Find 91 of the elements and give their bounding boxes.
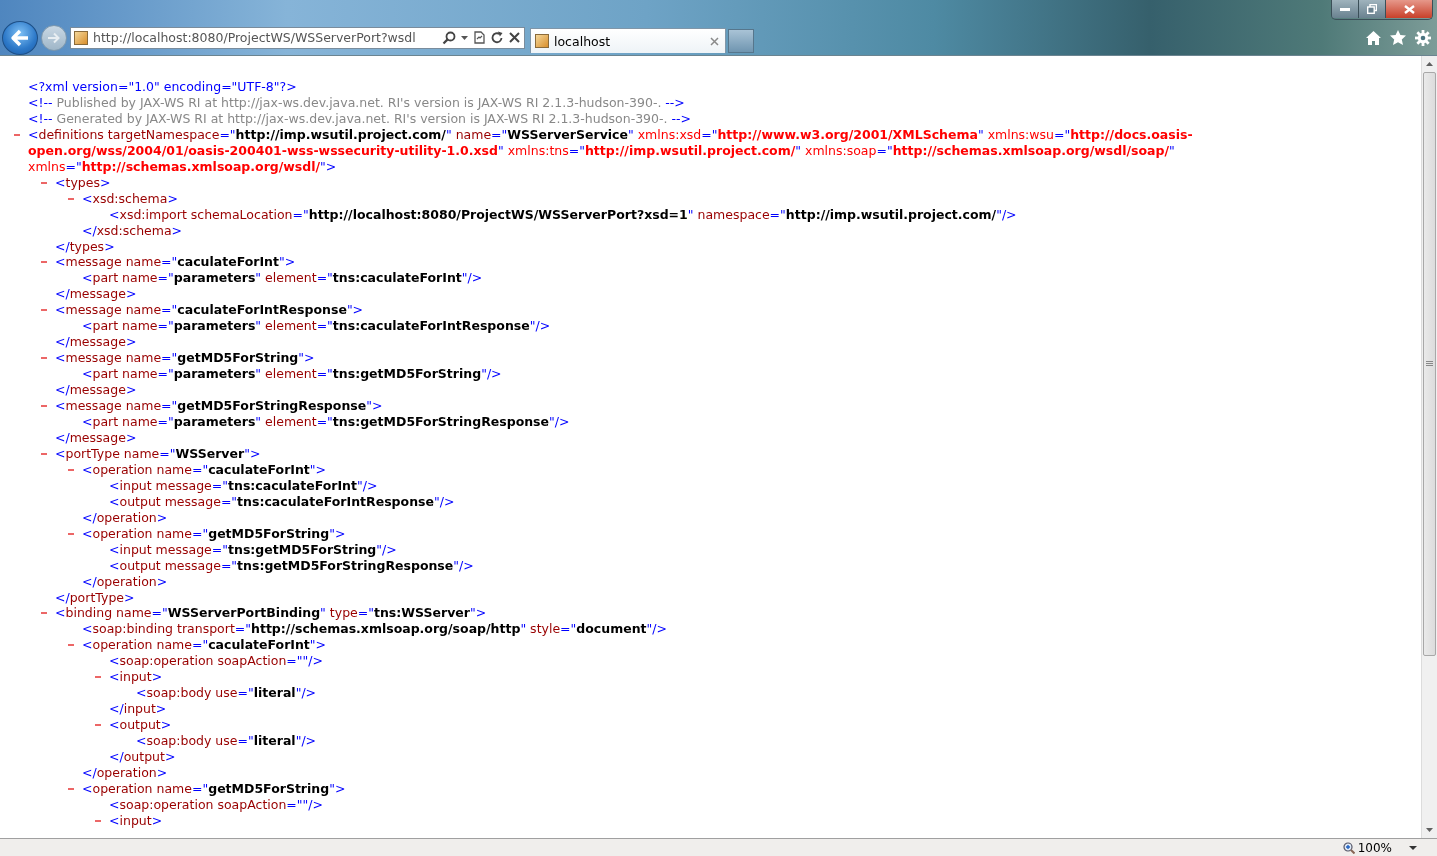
xml-end-tag: </message> <box>55 429 137 446</box>
xml-empty-tag: <soap:body use="literal"/> <box>136 685 317 702</box>
collapse-icon[interactable] <box>14 133 20 136</box>
back-button[interactable] <box>2 20 38 55</box>
zoom-level[interactable]: 100% <box>1357 840 1392 855</box>
close-icon <box>1403 4 1415 14</box>
xml-start-tag: <message name="caculateForIntResponse"> <box>55 302 364 319</box>
xml-end-tag: </xsd:schema> <box>82 222 183 239</box>
caret-icon[interactable] <box>461 35 468 40</box>
xml-empty-tag: <part name="parameters" element="tns:caculateForIntResponse"/> <box>82 318 551 335</box>
xml-start-tag: <message name="caculateForInt"> <box>55 254 296 271</box>
collapse-icon[interactable] <box>41 309 47 312</box>
stop-icon[interactable] <box>509 32 520 43</box>
collapse-icon[interactable] <box>41 452 47 455</box>
collapse-icon[interactable] <box>95 676 101 679</box>
right-arrow-icon <box>47 31 61 44</box>
xml-start-tag: <input> <box>109 812 163 829</box>
minimize-icon <box>1340 7 1350 11</box>
collapse-icon[interactable] <box>68 532 74 535</box>
xml-empty-tag: <input message="tns:getMD5ForString"/> <box>109 541 397 558</box>
xml-empty-tag: <xsd:import schemaLocation="http://localhost:8080/ProjectWS/WSServerPort?xsd=1" namespace="http://imp.wsutil.project.com/"/> <box>109 206 1017 223</box>
xml-end-tag: </output> <box>109 749 176 765</box>
xml-end-tag: </operation> <box>82 765 168 781</box>
xml-start-tag: <xsd:schema> <box>82 190 178 207</box>
url-text: http://localhost:8080/ProjectWS/WSServerPort?wsdl <box>93 30 417 45</box>
xml-comment: <!-- Generated by JAX-WS RI at http://jax-ws.dev.java.net. RI's version is JAX-WS RI 2.1.3-hudson-390-. --> <box>28 110 691 127</box>
collapse-icon[interactable] <box>95 819 101 822</box>
xml-start-tag: <operation name="getMD5ForString"> <box>82 525 346 542</box>
xml-start-tag: <operation name="caculateForInt"> <box>82 637 327 654</box>
home-icon[interactable] <box>1366 30 1381 45</box>
xml-start-tag: <portType name="WSServer"> <box>55 445 261 462</box>
xml-start-tag: <input> <box>109 669 163 686</box>
xml-empty-tag: <part name="parameters" element="tns:getMD5ForStringResponse"/> <box>82 414 570 430</box>
xml-end-tag: </operation> <box>82 509 168 526</box>
xml-empty-tag: <soap:operation soapAction=""/> <box>109 653 324 670</box>
new-tab-button[interactable] <box>728 29 754 53</box>
close-tab-icon[interactable] <box>710 36 719 46</box>
xml-end-tag: </types> <box>55 238 115 255</box>
scrollbar[interactable] <box>1421 56 1437 838</box>
address-field[interactable]: http://localhost:8080/ProjectWS/WSServerPort?wsdl <box>70 26 525 49</box>
collapse-icon[interactable] <box>68 197 74 200</box>
compatibility-view-icon[interactable] <box>473 31 486 44</box>
xml-comment: <!-- Published by JAX-WS RI at http://jax-ws.dev.java.net. RI's version is JAX-WS RI 2.1.3-hudson-390-. --> <box>28 94 685 111</box>
xml-empty-tag: <input message="tns:caculateForInt"/> <box>109 477 378 494</box>
collapse-icon[interactable] <box>41 405 47 408</box>
collapse-icon[interactable] <box>68 644 74 647</box>
grip-icon <box>1426 361 1433 367</box>
xml-empty-tag: <part name="parameters" element="tns:caculateForInt"/> <box>82 270 483 287</box>
xml-empty-tag: <part name="parameters" element="tns:getMD5ForString"/> <box>82 366 502 383</box>
xml-start-tag: <operation name="getMD5ForString"> <box>82 780 346 797</box>
settings-icon[interactable] <box>1415 29 1431 46</box>
xml-start-tag: <types> <box>55 174 111 191</box>
xml-empty-tag: <output message="tns:getMD5ForStringResponse"/> <box>109 557 474 574</box>
forward-button[interactable] <box>41 24 67 51</box>
collapse-icon[interactable] <box>95 724 101 727</box>
scroll-down-icon[interactable] <box>1426 828 1433 832</box>
xml-end-tag: </input> <box>109 701 167 718</box>
xml-start-tag: <output> <box>109 717 172 734</box>
restore-button[interactable] <box>1359 0 1386 18</box>
xml-end-tag: </portType> <box>55 589 135 606</box>
xml-declaration: <?xml version="1.0" encoding="UTF-8"?> <box>28 79 297 95</box>
caret-icon[interactable] <box>1409 845 1417 850</box>
collapse-icon[interactable] <box>41 181 47 184</box>
collapse-icon[interactable] <box>68 787 74 790</box>
xml-end-tag: </operation> <box>82 573 168 590</box>
browser-tab[interactable]: localhost <box>530 28 726 53</box>
xml-end-tag: </message> <box>55 286 137 303</box>
xml-empty-tag: <soap:body use="literal"/> <box>136 733 317 750</box>
xml-start-tag: <definitions targetNamespace="http://imp.wsutil.project.com/" name="WSServerService" xmlns:xsd="http://www.w3.org/2001/XMLSchema" xmlns:wsu="http://docs.oasis-open.org/wss/2004/01/oasis-200401-wss-wssecurity-utility-1.0.xsd" xmlns:tns="http://imp.wsutil.project.com/" xmlns:soap="http://schemas.xmlsoap.org/wsdl/soap/" xmlns="http://schemas.xmlsoap.org/wsdl/"> <box>28 126 1321 175</box>
scroll-up-icon[interactable] <box>1426 62 1433 66</box>
xml-start-tag: <message name="getMD5ForString"> <box>55 350 315 367</box>
refresh-icon[interactable] <box>491 31 504 44</box>
xml-end-tag: </message> <box>55 334 137 351</box>
minimize-button[interactable] <box>1332 0 1359 18</box>
left-arrow-icon <box>10 28 30 47</box>
collapse-icon[interactable] <box>41 261 47 264</box>
xml-empty-tag: <soap:operation soapAction=""/> <box>109 796 324 813</box>
xml-empty-tag: <output message="tns:caculateForIntResponse"/> <box>109 493 455 510</box>
search-icon[interactable] <box>442 30 456 45</box>
xml-empty-tag: <soap:binding transport="http://schemas.xmlsoap.org/soap/http" style="document"/> <box>82 621 667 638</box>
collapse-icon[interactable] <box>68 468 74 471</box>
xml-start-tag: <operation name="caculateForInt"> <box>82 461 327 478</box>
restore-icon <box>1367 4 1377 14</box>
collapse-icon[interactable] <box>41 357 47 360</box>
xml-start-tag: <message name="getMD5ForStringResponse"> <box>55 398 383 414</box>
star-icon[interactable] <box>1390 30 1406 45</box>
close-button[interactable] <box>1386 0 1432 18</box>
xml-end-tag: </message> <box>55 382 137 399</box>
collapse-icon[interactable] <box>41 612 47 615</box>
zoom-icon[interactable] <box>1342 841 1355 854</box>
xml-start-tag: <binding name="WSServerPortBinding" type="tns:WSServer"> <box>55 605 487 622</box>
